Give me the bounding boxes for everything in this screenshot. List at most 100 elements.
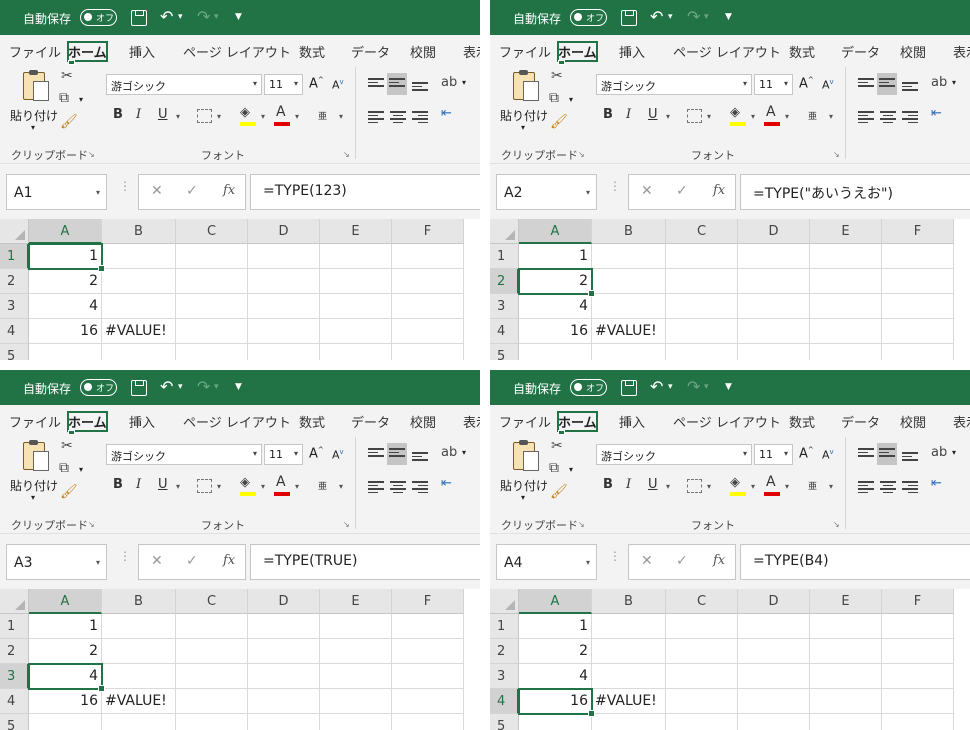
cell-c3[interactable] — [666, 294, 738, 319]
tab-home[interactable]: ホーム — [557, 411, 598, 435]
row-header-5[interactable]: 5 — [0, 344, 29, 360]
cell-a1[interactable]: 1 — [519, 614, 592, 639]
cell-d2[interactable] — [248, 269, 320, 294]
tab-page-layout[interactable]: ページ レイアウト — [183, 412, 291, 431]
cell-a3[interactable]: 4 — [519, 294, 592, 319]
tab-file[interactable]: ファイル — [9, 412, 61, 431]
paste-dropdown-icon[interactable]: ▾ — [31, 493, 35, 502]
cell-a5[interactable] — [519, 344, 592, 360]
cell-f1[interactable] — [882, 244, 954, 269]
column-header-a[interactable]: A — [519, 219, 592, 244]
cell-d2[interactable] — [738, 639, 810, 664]
align-bottom-icon[interactable] — [412, 452, 428, 464]
orientation-icon[interactable]: ab — [931, 445, 947, 460]
align-center-icon[interactable] — [880, 111, 896, 123]
redo-dropdown-icon[interactable]: ▾ — [214, 382, 219, 392]
italic-button[interactable]: I — [136, 477, 141, 492]
cell-c4[interactable] — [666, 319, 738, 344]
fill-color-dropdown-icon[interactable]: ▾ — [751, 112, 755, 121]
cell-e5[interactable] — [810, 714, 882, 730]
row-header-1[interactable]: 1 — [490, 614, 519, 639]
autosave-toggle[interactable]: オフ — [570, 379, 607, 396]
undo-dropdown-icon[interactable]: ▾ — [668, 382, 673, 392]
column-header-d[interactable]: D — [738, 589, 810, 614]
orientation-icon[interactable]: ab — [441, 75, 457, 90]
column-header-d[interactable]: D — [248, 589, 320, 614]
cell-d2[interactable] — [248, 639, 320, 664]
row-header-2[interactable]: 2 — [490, 269, 519, 294]
column-header-f[interactable]: F — [882, 219, 954, 244]
cell-e3[interactable] — [810, 664, 882, 689]
underline-button[interactable]: U — [648, 107, 658, 122]
undo-icon[interactable]: ↶ — [160, 7, 173, 26]
paste-icon[interactable] — [19, 70, 49, 102]
column-header-d[interactable]: D — [738, 219, 810, 244]
formula-bar-grip-icon[interactable]: ⋮ — [609, 549, 621, 563]
tab-page-layout[interactable]: ページ レイアウト — [183, 42, 291, 61]
cell-f1[interactable] — [392, 244, 464, 269]
cell-d5[interactable] — [248, 714, 320, 730]
border-dropdown-icon[interactable]: ▾ — [217, 112, 221, 121]
border-dropdown-icon[interactable]: ▾ — [707, 112, 711, 121]
cell-e1[interactable] — [320, 614, 392, 639]
row-header-4[interactable]: 4 — [0, 319, 29, 344]
select-all-button[interactable] — [0, 219, 29, 244]
column-header-f[interactable]: F — [392, 219, 464, 244]
column-header-b[interactable]: B — [102, 589, 176, 614]
column-header-b[interactable]: B — [592, 219, 666, 244]
font-name-box[interactable]: 游ゴシック ▾ — [596, 74, 752, 95]
tab-view[interactable]: 表示 — [463, 42, 480, 61]
cell-f3[interactable] — [392, 294, 464, 319]
align-center-icon[interactable] — [390, 111, 406, 123]
border-icon[interactable] — [197, 479, 212, 493]
column-header-c[interactable]: C — [666, 589, 738, 614]
column-header-e[interactable]: E — [810, 589, 882, 614]
cell-e3[interactable] — [320, 294, 392, 319]
cell-e2[interactable] — [320, 269, 392, 294]
align-top-icon[interactable] — [858, 78, 874, 90]
cell-d4[interactable] — [248, 689, 320, 714]
fill-color-icon[interactable]: ◈ — [240, 475, 250, 490]
cell-f4[interactable] — [392, 689, 464, 714]
cell-a2[interactable]: 2 — [29, 639, 102, 664]
cell-c2[interactable] — [176, 269, 248, 294]
font-name-box[interactable]: 游ゴシック ▾ — [106, 444, 262, 465]
customize-toolbar-icon[interactable]: ▼ — [725, 382, 732, 392]
cell-b3[interactable] — [102, 664, 176, 689]
cell-d3[interactable] — [248, 294, 320, 319]
fill-color-dropdown-icon[interactable]: ▾ — [751, 482, 755, 491]
cell-b3[interactable] — [102, 294, 176, 319]
formula-input[interactable]: =TYPE("あいうえお") — [740, 174, 970, 210]
cell-d1[interactable] — [738, 244, 810, 269]
font-launcher-icon[interactable]: ↘ — [833, 520, 840, 529]
row-header-3[interactable]: 3 — [0, 664, 29, 689]
font-color-dropdown-icon[interactable]: ▾ — [785, 112, 789, 121]
tab-review[interactable]: 校閲 — [900, 412, 926, 431]
cell-f4[interactable] — [392, 319, 464, 344]
name-box[interactable]: A2 ▾ — [496, 174, 597, 210]
cell-c3[interactable] — [176, 294, 248, 319]
bold-button[interactable]: B — [603, 477, 613, 492]
cell-d4[interactable] — [738, 689, 810, 714]
cell-e5[interactable] — [810, 344, 882, 360]
cell-d3[interactable] — [738, 664, 810, 689]
fill-color-dropdown-icon[interactable]: ▾ — [261, 112, 265, 121]
cell-a3[interactable]: 4 — [519, 664, 592, 689]
undo-icon[interactable]: ↶ — [650, 7, 663, 26]
formula-input[interactable]: =TYPE(TRUE) — [250, 544, 480, 580]
fill-color-dropdown-icon[interactable]: ▾ — [261, 482, 265, 491]
row-header-5[interactable]: 5 — [490, 714, 519, 730]
redo-dropdown-icon[interactable]: ▾ — [704, 12, 709, 22]
font-size-box[interactable]: 11 ▾ — [754, 74, 793, 95]
cell-d5[interactable] — [738, 344, 810, 360]
cell-d2[interactable] — [738, 269, 810, 294]
cell-a2[interactable]: 2 — [29, 269, 102, 294]
cell-a1[interactable]: 1 — [519, 244, 592, 269]
save-icon[interactable] — [621, 10, 637, 26]
format-painter-icon[interactable]: 🖌 — [550, 114, 568, 130]
copy-icon[interactable]: ⧉ — [549, 460, 559, 476]
cell-a3[interactable]: 4 — [29, 294, 102, 319]
cell-c1[interactable] — [176, 614, 248, 639]
column-header-f[interactable]: F — [392, 589, 464, 614]
paste-button-label[interactable]: 貼り付け — [10, 107, 58, 124]
